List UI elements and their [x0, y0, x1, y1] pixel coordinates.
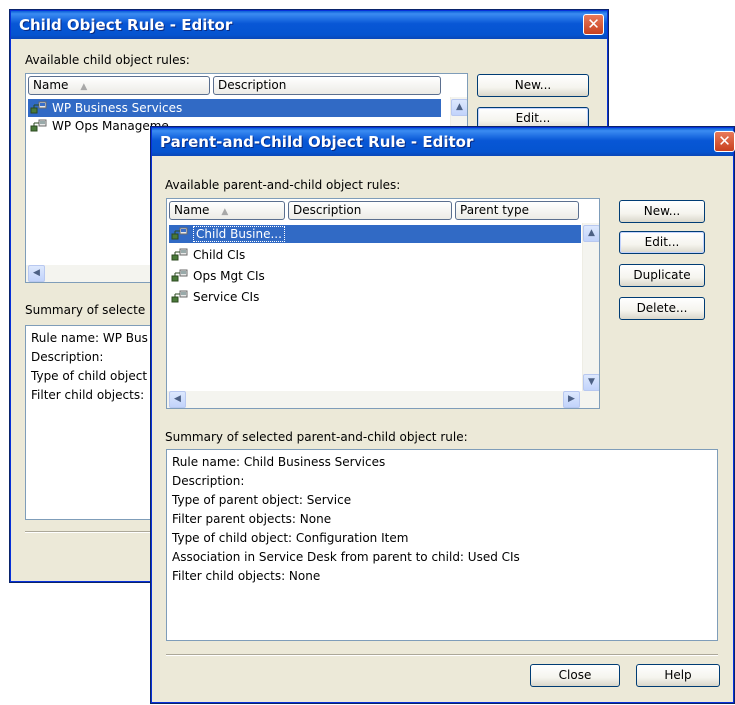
list-item[interactable]: Service CIs — [169, 288, 259, 306]
rule-icon — [171, 290, 188, 303]
child-summary-label: Summary of selecte — [25, 303, 146, 317]
summary-line: Filter parent objects: None — [172, 512, 332, 526]
parent-child-object-rule-editor-window: Parent-and-Child Object Rule - Editor ✕ … — [151, 127, 735, 703]
summary-line: Association in Service Desk from parent … — [172, 550, 520, 564]
child-window-close-icon[interactable]: ✕ — [583, 14, 604, 35]
list-item-label: Service CIs — [193, 290, 260, 304]
new-button[interactable]: New... — [619, 200, 705, 223]
child-window-title: Child Object Rule - Editor — [19, 16, 233, 34]
duplicate-button[interactable]: Duplicate — [619, 264, 705, 287]
close-button[interactable]: Close — [530, 664, 620, 687]
list-item-label: Child Busine... — [193, 226, 285, 242]
col-parent-type-label: Parent type — [460, 203, 530, 217]
summary-line: Rule name: Child Business Services — [172, 455, 386, 469]
summary-line: Type of parent object: Service — [172, 493, 352, 507]
edit-button[interactable]: Edit... — [619, 231, 705, 254]
scroll-right-icon[interactable]: ▶ — [563, 391, 580, 408]
child-available-label: Available child object rules: — [25, 53, 190, 67]
child-col-description-label: Description — [218, 78, 287, 92]
rule-icon — [30, 119, 47, 132]
list-item[interactable]: WP Ops Manageme — [28, 117, 169, 135]
list-item-label: Ops Mgt CIs — [193, 269, 265, 283]
summary-line: Type of child object: Configuration Item — [172, 531, 409, 545]
parent-child-list-horizontal-scrollbar[interactable]: ◀ ▶ — [167, 391, 599, 408]
scroll-up-icon[interactable]: ▲ — [583, 225, 599, 242]
rule-icon — [171, 227, 188, 240]
list-item[interactable]: WP Business Services — [28, 99, 182, 117]
scroll-left-icon[interactable]: ◀ — [28, 265, 45, 282]
scroll-down-icon[interactable]: ▼ — [583, 374, 599, 391]
list-item-label: WP Business Services — [52, 101, 183, 115]
rule-icon — [30, 101, 47, 114]
child-new-button[interactable]: New... — [477, 74, 589, 97]
parent-child-window-title: Parent-and-Child Object Rule - Editor — [160, 133, 474, 151]
list-item[interactable]: Child Busine... — [169, 225, 285, 243]
rule-icon — [171, 269, 188, 282]
col-name-label: Name — [174, 203, 210, 217]
list-item[interactable]: Child CIs — [169, 246, 245, 264]
col-name-header[interactable]: Name ▲ — [169, 201, 285, 220]
child-col-name-label: Name — [33, 78, 69, 92]
summary-line: Filter child objects: None — [172, 569, 321, 583]
parent-child-available-label: Available parent-and-child object rules: — [165, 178, 401, 192]
parent-child-rules-list[interactable]: Name ▲ Description Parent type Child Busi… — [166, 198, 600, 409]
delete-button[interactable]: Delete... — [619, 297, 705, 320]
col-description-label: Description — [293, 203, 362, 217]
summary-box: Rule name: Child Business Services Descr… — [166, 449, 718, 641]
sort-ascending-icon: ▲ — [80, 82, 88, 92]
scroll-left-icon[interactable]: ◀ — [169, 391, 186, 408]
child-col-description-header[interactable]: Description — [213, 76, 441, 95]
help-button[interactable]: Help — [636, 664, 720, 687]
parent-child-window-close-icon[interactable]: ✕ — [714, 131, 735, 152]
child-col-name-header[interactable]: Name ▲ — [28, 76, 210, 95]
child-window-titlebar[interactable]: Child Object Rule - Editor — [11, 11, 607, 39]
scroll-up-icon[interactable]: ▲ — [451, 99, 467, 116]
col-parent-type-header[interactable]: Parent type — [455, 201, 579, 220]
summary-label: Summary of selected parent-and-child obj… — [165, 430, 468, 444]
parent-child-window-titlebar[interactable]: Parent-and-Child Object Rule - Editor — [152, 128, 733, 156]
summary-line: Description: — [172, 474, 245, 488]
parent-child-list-vertical-scrollbar[interactable]: ▲ ▼ — [582, 223, 599, 391]
footer-separator — [166, 654, 718, 656]
list-item[interactable]: Ops Mgt CIs — [169, 267, 265, 285]
col-description-header[interactable]: Description — [288, 201, 452, 220]
rule-icon — [171, 248, 188, 261]
sort-ascending-icon: ▲ — [221, 207, 229, 217]
list-item-label: Child CIs — [193, 248, 246, 262]
